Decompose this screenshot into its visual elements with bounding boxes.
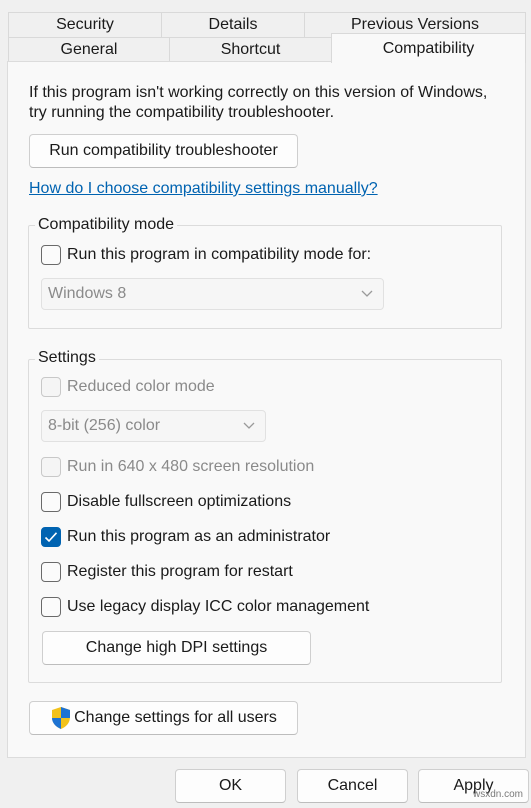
run-troubleshooter-button[interactable]: Run compatibility troubleshooter bbox=[29, 134, 298, 168]
chevron-down-icon bbox=[243, 422, 255, 429]
disable-fullscreen-checkbox[interactable] bbox=[41, 492, 61, 512]
register-restart-checkbox[interactable] bbox=[41, 562, 61, 582]
res-640-label: Run in 640 x 480 screen resolution bbox=[67, 458, 315, 475]
compat-mode-title: Compatibility mode bbox=[35, 216, 178, 234]
legacy-icc-checkbox[interactable] bbox=[41, 597, 61, 617]
tab-previous-versions-label: Previous Versions bbox=[350, 16, 480, 33]
settings-title: Settings bbox=[35, 349, 99, 367]
cancel-button[interactable]: Cancel bbox=[297, 769, 408, 803]
tab-security[interactable]: Security bbox=[8, 12, 162, 38]
tab-general[interactable]: General bbox=[8, 37, 170, 63]
compat-mode-checkbox-label: Run this program in compatibility mode f… bbox=[67, 246, 372, 263]
help-link[interactable]: How do I choose compatibility settings m… bbox=[29, 180, 378, 198]
tab-shortcut-label: Shortcut bbox=[220, 41, 281, 58]
reduced-color-row: Reduced color mode bbox=[41, 377, 215, 397]
tab-security-label: Security bbox=[56, 16, 114, 33]
legacy-icc-label: Use legacy display ICC color management bbox=[67, 598, 370, 615]
color-depth-select: 8-bit (256) color bbox=[41, 410, 266, 442]
run-admin-row[interactable]: Run this program as an administrator bbox=[41, 527, 330, 547]
disable-fullscreen-label: Disable fullscreen optimizations bbox=[67, 493, 292, 510]
res-640-checkbox bbox=[41, 457, 61, 477]
compatibility-panel: If this program isn't working correctly … bbox=[7, 61, 526, 758]
change-all-users-label: Change settings for all users bbox=[74, 709, 277, 726]
compat-mode-checkbox-row[interactable]: Run this program in compatibility mode f… bbox=[41, 245, 371, 265]
tab-shortcut[interactable]: Shortcut bbox=[169, 37, 332, 63]
compat-mode-group bbox=[28, 225, 502, 329]
os-version-select[interactable]: Windows 8 bbox=[41, 278, 384, 310]
ok-label: OK bbox=[218, 777, 243, 794]
legacy-icc-row[interactable]: Use legacy display ICC color management bbox=[41, 597, 369, 617]
tab-compatibility[interactable]: Compatibility bbox=[331, 33, 526, 63]
tab-compatibility-label: Compatibility bbox=[382, 39, 475, 57]
register-restart-row[interactable]: Register this program for restart bbox=[41, 562, 293, 582]
disable-fullscreen-row[interactable]: Disable fullscreen optimizations bbox=[41, 492, 291, 512]
res-640-row: Run in 640 x 480 screen resolution bbox=[41, 457, 314, 477]
checkmark-icon bbox=[44, 532, 58, 543]
watermark: wsxdn.com bbox=[472, 789, 523, 800]
run-admin-label: Run this program as an administrator bbox=[67, 528, 331, 545]
change-dpi-label: Change high DPI settings bbox=[85, 639, 268, 656]
ok-button[interactable]: OK bbox=[175, 769, 286, 803]
reduced-color-checkbox bbox=[41, 377, 61, 397]
cancel-label: Cancel bbox=[327, 777, 378, 794]
compat-mode-checkbox[interactable] bbox=[41, 245, 61, 265]
chevron-down-icon bbox=[361, 290, 373, 297]
register-restart-label: Register this program for restart bbox=[67, 563, 293, 580]
uac-shield-icon bbox=[52, 707, 71, 729]
tab-details[interactable]: Details bbox=[161, 12, 305, 38]
change-all-users-button[interactable]: Change settings for all users bbox=[29, 701, 298, 735]
tab-general-label: General bbox=[60, 41, 118, 58]
run-troubleshooter-label: Run compatibility troubleshooter bbox=[49, 142, 278, 159]
os-version-value: Windows 8 bbox=[48, 285, 127, 302]
reduced-color-label: Reduced color mode bbox=[67, 378, 215, 395]
color-depth-value: 8-bit (256) color bbox=[48, 417, 161, 434]
intro-text: If this program isn't working correctly … bbox=[29, 84, 488, 121]
change-dpi-button[interactable]: Change high DPI settings bbox=[42, 631, 311, 665]
run-admin-checkbox[interactable] bbox=[41, 527, 61, 547]
tab-details-label: Details bbox=[208, 16, 258, 33]
